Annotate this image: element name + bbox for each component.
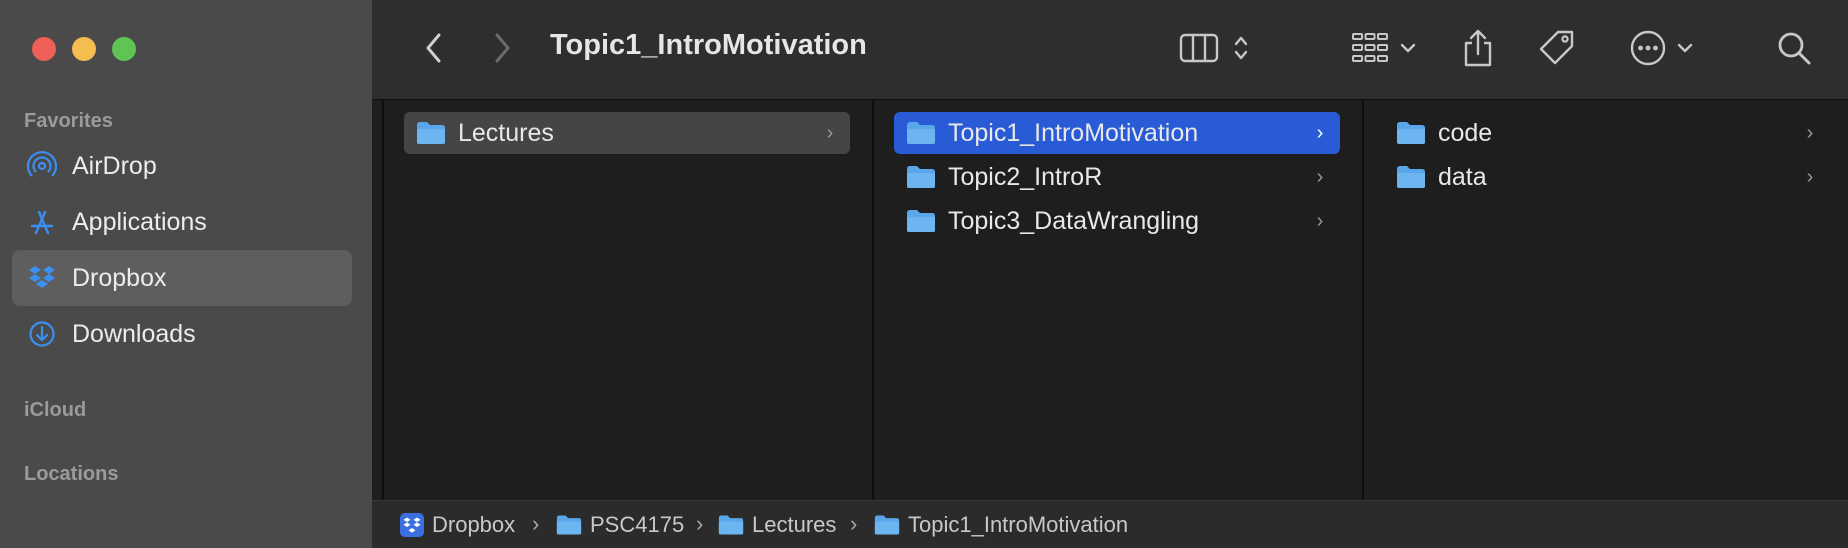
folder-icon (556, 515, 582, 535)
tags-button[interactable] (1534, 24, 1580, 72)
tag-icon (1539, 30, 1574, 65)
folder-name: data (1438, 162, 1487, 191)
list-item-folder[interactable]: code › (1384, 112, 1830, 154)
sidebar-item-label: AirDrop (72, 151, 157, 180)
zoom-window-button[interactable] (112, 37, 136, 61)
breadcrumb-label: Topic1_IntroMotivation (908, 512, 1129, 537)
folder-name: Topic3_DataWrangling (948, 206, 1200, 235)
breadcrumb-separator: › (532, 511, 540, 536)
more-actions-button[interactable] (1620, 26, 1704, 70)
breadcrumb-topic1[interactable]: Topic1_IntroMotivation (874, 511, 1128, 539)
airdrop-icon (26, 150, 58, 182)
list-item-folder[interactable]: Topic3_DataWrangling › (894, 200, 1340, 242)
view-mode-button[interactable] (1174, 26, 1256, 70)
chevron-down-icon (1400, 43, 1416, 53)
group-grid-icon (1352, 33, 1388, 62)
folder-name: Topic2_IntroR (948, 162, 1103, 191)
chevron-down-icon (1677, 43, 1693, 53)
sidebar-item-applications[interactable]: Applications (12, 194, 352, 250)
chevron-right-icon: › (826, 121, 834, 144)
finder-window: Favorites AirDrop Applications Dropbox D… (0, 0, 1848, 548)
folder-name: Lectures (458, 118, 554, 147)
breadcrumb-lectures[interactable]: Lectures (718, 511, 836, 539)
sidebar-item-label: Downloads (72, 319, 196, 348)
breadcrumb-separator: › (696, 511, 704, 536)
folder-icon (718, 515, 744, 535)
folder-icon (906, 209, 936, 233)
list-item-folder[interactable]: Lectures › (404, 112, 850, 154)
chevron-right-icon: › (1806, 165, 1814, 188)
list-item-folder[interactable]: Topic1_IntroMotivation › (894, 112, 1340, 154)
breadcrumb-label: PSC4175 (590, 512, 685, 537)
chevron-right-icon: › (1316, 165, 1324, 188)
close-window-button[interactable] (32, 37, 56, 61)
path-bar: Dropbox › PSC4175 › Lectures › Topic1_In… (372, 500, 1848, 548)
applications-icon (26, 206, 58, 238)
sidebar-item-dropbox[interactable]: Dropbox (12, 250, 352, 306)
list-item-folder[interactable]: Topic2_IntroR › (894, 156, 1340, 198)
breadcrumb-separator: › (850, 511, 858, 536)
minimize-window-button[interactable] (72, 37, 96, 61)
search-button[interactable] (1772, 24, 1816, 72)
sidebar-item-downloads[interactable]: Downloads (12, 306, 352, 362)
folder-icon (416, 121, 446, 145)
column-browser: Lectures › Topic1_IntroMotivation › Topi… (372, 100, 1848, 500)
chevron-updown-icon (1234, 36, 1248, 60)
sidebar: Favorites AirDrop Applications Dropbox D… (0, 0, 372, 548)
ellipsis-circle-icon (1630, 30, 1666, 66)
share-icon (1464, 29, 1492, 67)
folder-icon (874, 515, 900, 535)
breadcrumb-label: Dropbox (432, 512, 516, 537)
sidebar-heading-locations: Locations (24, 463, 119, 485)
dropbox-icon (400, 513, 424, 537)
chevron-right-icon: › (1806, 121, 1814, 144)
search-icon (1778, 32, 1811, 65)
downloads-icon (26, 318, 58, 350)
column-3: code › data › (1364, 100, 1848, 500)
breadcrumb-dropbox[interactable]: Dropbox (400, 511, 515, 539)
sidebar-item-airdrop[interactable]: AirDrop (12, 138, 352, 194)
sidebar-item-label: Applications (72, 207, 207, 236)
chevron-right-icon (495, 33, 510, 63)
forward-button[interactable] (484, 28, 520, 68)
sidebar-heading-icloud: iCloud (24, 399, 87, 421)
sidebar-item-label: Dropbox (72, 263, 167, 292)
share-button[interactable] (1456, 24, 1500, 72)
toolbar: Topic1_IntroMotivation (372, 0, 1848, 100)
folder-icon (1396, 121, 1426, 145)
folder-name: code (1438, 118, 1493, 147)
back-button[interactable] (416, 28, 452, 68)
columns-view-icon (1179, 33, 1219, 63)
folder-name: Topic1_IntroMotivation (948, 118, 1199, 147)
folder-icon (906, 121, 936, 145)
breadcrumb-psc4175[interactable]: PSC4175 (556, 511, 684, 539)
folder-icon (1396, 165, 1426, 189)
list-item-folder[interactable]: data › (1384, 156, 1830, 198)
chevron-left-icon (426, 33, 441, 63)
chevron-right-icon: › (1316, 209, 1324, 232)
chevron-right-icon: › (1316, 121, 1324, 144)
window-title: Topic1_IntroMotivation (550, 29, 867, 61)
breadcrumb-label: Lectures (752, 512, 837, 537)
folder-icon (906, 165, 936, 189)
column-2: Topic1_IntroMotivation › Topic2_IntroR ›… (874, 100, 1362, 500)
sidebar-heading-favorites: Favorites (24, 110, 113, 132)
dropbox-icon (26, 262, 58, 294)
group-button[interactable] (1344, 26, 1424, 70)
